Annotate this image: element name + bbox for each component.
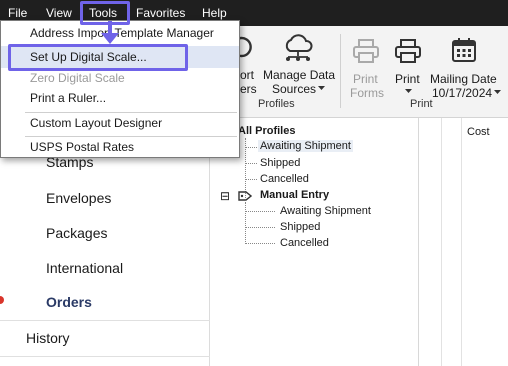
menu-item-print-ruler[interactable]: Print a Ruler...: [1, 87, 239, 109]
manage-data-label-2: Sources: [272, 82, 317, 96]
tree-cancelled[interactable]: Cancelled: [260, 173, 309, 185]
print-label: Print: [395, 72, 420, 86]
cloud-network-icon: [285, 34, 313, 61]
nav-item-envelopes[interactable]: Envelopes: [46, 190, 111, 206]
print-forms-label: Print: [353, 72, 378, 86]
nav-item-history[interactable]: History: [26, 330, 70, 346]
mailing-date-label: Mailing Date: [430, 72, 497, 86]
tree-manual-awaiting-shipment[interactable]: Awaiting Shipment: [280, 205, 371, 217]
tree-all-profiles[interactable]: All Profiles: [238, 125, 295, 137]
tree-connector: [245, 179, 257, 180]
grid-header-cost[interactable]: Cost: [467, 126, 490, 138]
tree-manual-cancelled[interactable]: Cancelled: [280, 237, 329, 249]
tree-collapse-icon[interactable]: ⊟: [220, 189, 230, 203]
active-marker: [0, 296, 4, 304]
tree-connector: [245, 227, 275, 228]
printer-icon: [395, 39, 421, 63]
nav-item-international[interactable]: International: [46, 260, 123, 276]
nav-item-packages[interactable]: Packages: [46, 225, 107, 241]
group-divider: [340, 34, 341, 108]
printer-icon: [353, 39, 379, 63]
manage-data-sources-button[interactable]: Manage Data Sources: [260, 30, 336, 96]
grid-column-divider: [461, 118, 462, 366]
tree-shipped[interactable]: Shipped: [260, 157, 300, 169]
setup-scale-highlight-frame: [8, 44, 188, 71]
nav-divider: [0, 356, 210, 357]
tree-manual-shipped[interactable]: Shipped: [280, 221, 320, 233]
caret-down-icon: [318, 86, 325, 90]
tree-connector: [245, 211, 275, 212]
orders-grid: Cost: [418, 118, 508, 366]
print-forms-label-2: Forms: [350, 86, 384, 100]
tag-icon: [238, 191, 252, 201]
tree-connector: [245, 147, 257, 148]
print-group-label: Print: [410, 98, 433, 110]
menu-item-usps-postal-rates[interactable]: USPS Postal Rates: [1, 136, 239, 158]
tree-connector: [245, 243, 275, 244]
profiles-group-label: Profiles: [258, 98, 295, 110]
calendar-icon: [452, 38, 476, 62]
menu-item-custom-layout-designer[interactable]: Custom Layout Designer: [1, 112, 239, 134]
arrow-down-icon: [101, 21, 119, 44]
caret-down-icon: [405, 89, 412, 93]
partial-button-label: ort: [240, 68, 255, 82]
caret-down-icon: [494, 90, 501, 94]
nav-divider: [0, 320, 210, 321]
nav-item-orders[interactable]: Orders: [46, 294, 92, 310]
tree-awaiting-shipment[interactable]: Awaiting Shipment: [258, 140, 353, 152]
manage-data-label: Manage Data: [263, 68, 336, 82]
profiles-tree: All Profiles Awaiting Shipment Shipped C…: [212, 118, 418, 366]
tree-connector: [245, 202, 246, 244]
mailing-date-button[interactable]: Mailing Date 10/17/2024: [428, 30, 501, 100]
grid-column-divider: [441, 118, 442, 366]
print-forms-button[interactable]: Print Forms: [344, 30, 388, 100]
print-button[interactable]: Print: [390, 30, 426, 96]
partial-button-label-2: ers: [240, 82, 257, 96]
tree-connector: [245, 163, 257, 164]
tree-manual-entry[interactable]: Manual Entry: [260, 189, 329, 201]
mailing-date-value: 10/17/2024: [432, 86, 493, 100]
